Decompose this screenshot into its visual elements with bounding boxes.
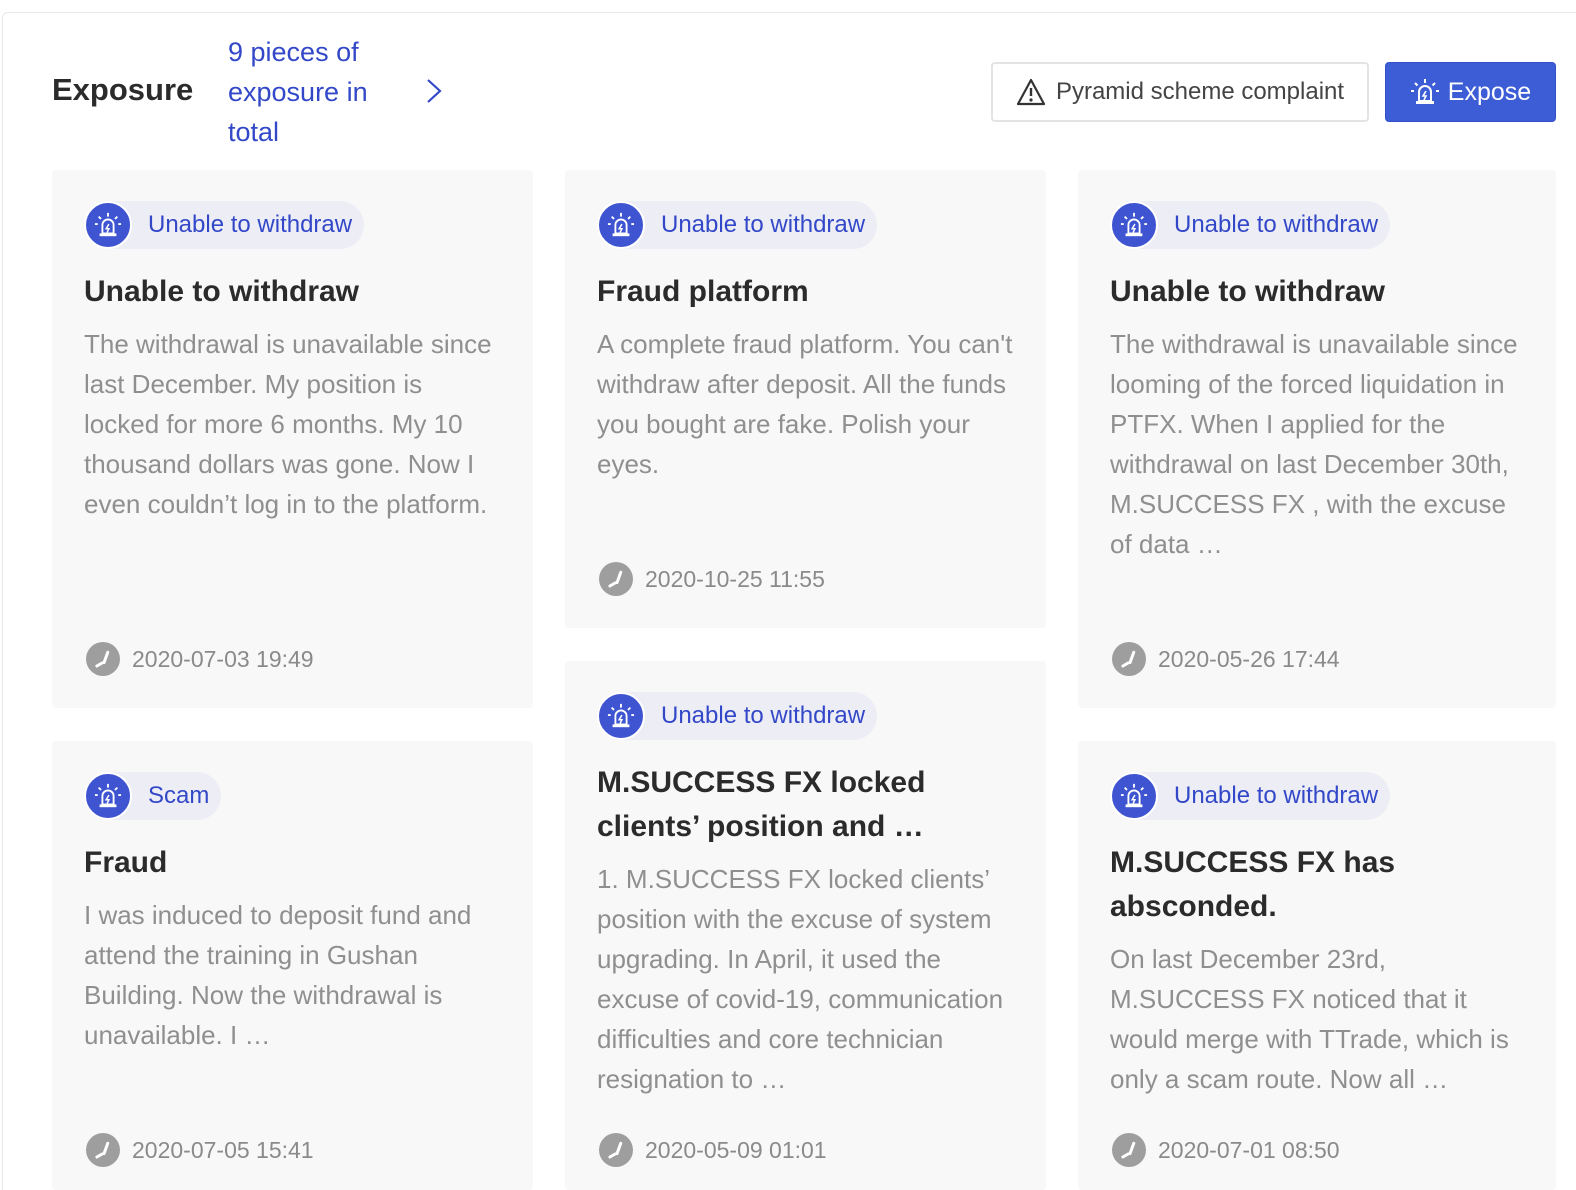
category-tag: Unable to withdraw — [597, 201, 878, 249]
expose-button[interactable]: Expose — [1385, 62, 1556, 122]
alarm-siren-icon — [1110, 201, 1158, 249]
card-time-text: 2020-07-01 08:50 — [1158, 1136, 1340, 1163]
card-timestamp: 2020-10-25 11:55 — [599, 561, 825, 597]
alarm-siren-icon — [84, 201, 132, 249]
clock-icon — [1112, 1133, 1146, 1167]
chevron-right-icon — [427, 79, 442, 103]
exposure-header: Exposure 9 pieces of exposure in total P… — [0, 0, 1576, 160]
category-tag: Unable to withdraw — [84, 201, 365, 249]
total-exposure-text: 9 pieces of exposure in total — [228, 37, 368, 147]
card-title: Unable to withdraw — [1110, 275, 1386, 308]
exposure-card[interactable]: Unable to withdraw M.SUCCESS FX locked c… — [565, 661, 1046, 1190]
card-time-text: 2020-07-03 19:49 — [132, 645, 314, 672]
alarm-siren-icon — [1110, 772, 1158, 820]
alarm-siren-icon — [84, 772, 132, 820]
clock-icon — [86, 1133, 120, 1167]
card-time-text: 2020-07-05 15:41 — [132, 1136, 314, 1163]
category-tag-label: Unable to withdraw — [1174, 782, 1379, 809]
pyramid-scheme-complaint-button[interactable]: Pyramid scheme complaint — [991, 62, 1369, 122]
category-tag: Scam — [84, 772, 222, 820]
card-time-text: 2020-05-09 01:01 — [645, 1136, 827, 1163]
clock-icon — [599, 1133, 633, 1167]
alarm-siren-icon — [597, 201, 645, 249]
category-tag-label: Unable to withdraw — [661, 702, 866, 729]
category-tag-label: Unable to withdraw — [148, 211, 353, 238]
category-tag-label: Scam — [148, 782, 210, 809]
card-body: 1. M.SUCCESS FX locked clients’ position… — [597, 864, 1004, 1094]
alarm-siren-icon — [1410, 79, 1439, 104]
alarm-siren-icon — [597, 692, 645, 740]
card-timestamp: 2020-07-05 15:41 — [86, 1132, 314, 1168]
total-exposure-link[interactable]: 9 pieces of exposure in total — [228, 32, 448, 148]
card-body: The withdrawal is unavailable since loom… — [1110, 329, 1518, 559]
card-time-text: 2020-10-25 11:55 — [645, 565, 825, 592]
complaint-button-label: Pyramid scheme complaint — [1055, 78, 1345, 105]
clock-icon — [86, 642, 120, 676]
category-tag-label: Unable to withdraw — [661, 211, 866, 238]
card-body: On last December 23rd, M.SUCCESS FX noti… — [1110, 944, 1509, 1094]
exposure-card[interactable]: Scam Fraud I was induced to deposit fund… — [52, 741, 533, 1190]
card-title: M.SUCCESS FX locked clients’ position an… — [597, 766, 926, 843]
exposure-card[interactable]: Unable to withdraw Unable to withdraw Th… — [52, 170, 533, 708]
clock-icon — [1112, 642, 1146, 676]
card-timestamp: 2020-07-01 08:50 — [1112, 1132, 1340, 1168]
category-tag: Unable to withdraw — [1110, 201, 1391, 249]
card-timestamp: 2020-07-03 19:49 — [86, 641, 314, 677]
card-title: M.SUCCESS FX has absconded. — [1110, 846, 1396, 923]
page-title: Exposure — [52, 72, 194, 107]
category-tag: Unable to withdraw — [597, 692, 878, 740]
clock-icon — [599, 562, 633, 596]
card-timestamp: 2020-05-09 01:01 — [599, 1132, 827, 1168]
card-body: A complete fraud platform. You can't wit… — [597, 329, 1013, 479]
card-title: Fraud platform — [597, 275, 809, 308]
exposure-card[interactable]: Unable to withdraw Fraud platform A comp… — [565, 170, 1046, 628]
warning-triangle-icon — [1016, 78, 1046, 106]
category-tag-label: Unable to withdraw — [1174, 211, 1379, 238]
card-title: Fraud — [84, 846, 168, 879]
card-body: The withdrawal is unavailable since last… — [84, 329, 492, 519]
expose-button-label: Expose — [1447, 77, 1532, 106]
exposure-card[interactable]: Unable to withdraw M.SUCCESS FX has absc… — [1078, 741, 1556, 1190]
card-time-text: 2020-05-26 17:44 — [1158, 645, 1340, 672]
card-title: Unable to withdraw — [84, 275, 360, 308]
card-body: I was induced to deposit fund and attend… — [84, 900, 472, 1050]
card-timestamp: 2020-05-26 17:44 — [1112, 641, 1340, 677]
category-tag: Unable to withdraw — [1110, 772, 1391, 820]
exposure-card[interactable]: Unable to withdraw Unable to withdraw Th… — [1078, 170, 1556, 708]
